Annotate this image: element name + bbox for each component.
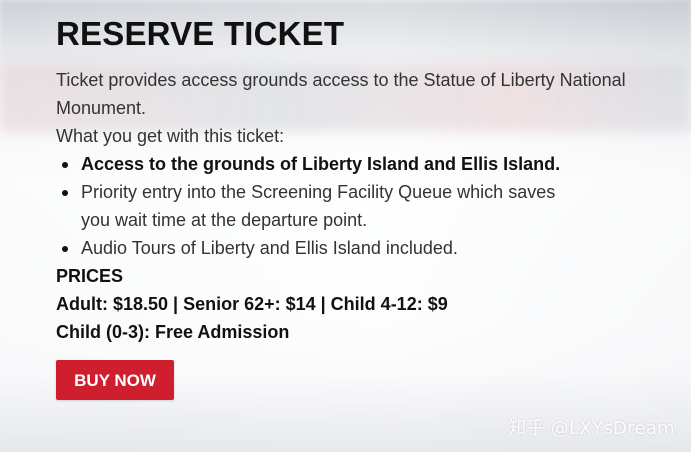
buy-now-button[interactable]: BUY NOW xyxy=(56,360,174,400)
prices-line: Adult: $18.50 | Senior 62+: $14 | Child … xyxy=(56,294,448,314)
watermark: 知乎 @LXYsDream xyxy=(508,418,675,439)
ticket-intro: What you get with this ticket: xyxy=(56,126,285,146)
prices-line: Child (0-3): Free Admission xyxy=(56,322,290,342)
ticket-panel: RESERVE TICKET Ticket provides access gr… xyxy=(56,14,666,400)
prices-heading: PRICES xyxy=(56,266,124,286)
feature-list: Access to the grounds of Liberty Island … xyxy=(56,150,666,262)
page-title: RESERVE TICKET xyxy=(56,15,345,52)
feature-item: Access to the grounds of Liberty Island … xyxy=(62,150,601,178)
feature-item: Audio Tours of Liberty and Ellis Island … xyxy=(62,234,581,262)
ticket-description: Ticket provides access grounds access to… xyxy=(56,70,626,118)
feature-item: Priority entry into the Screening Facili… xyxy=(62,178,581,234)
